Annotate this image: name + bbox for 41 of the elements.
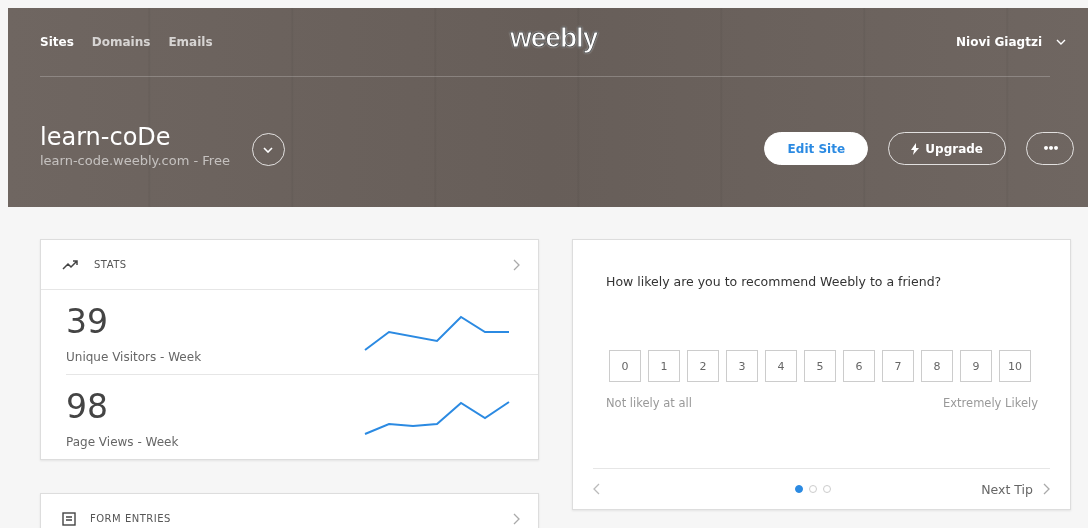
list-icon	[62, 511, 76, 526]
stat-label: Page Views - Week	[66, 435, 180, 449]
edit-site-button[interactable]: Edit Site	[764, 132, 869, 165]
rating-option[interactable]: 3	[726, 350, 758, 382]
nav-link[interactable]: Emails	[168, 35, 213, 49]
card-title: FORM ENTRIES	[90, 513, 171, 524]
stat-value: 98	[66, 387, 109, 427]
stat-value: 39	[66, 302, 109, 342]
chevron-right-icon	[1043, 483, 1050, 495]
chevron-down-icon	[263, 146, 274, 153]
scale-high-label: Extremely Likely	[943, 396, 1038, 410]
rating-option[interactable]: 0	[609, 350, 641, 382]
site-url: learn-code.weebly.com - Free	[40, 153, 230, 168]
user-name[interactable]: Niovi Giagtzi	[956, 35, 1042, 49]
rating-option[interactable]: 7	[882, 350, 914, 382]
chevron-right-icon[interactable]	[513, 258, 520, 271]
rating-option[interactable]: 1	[648, 350, 680, 382]
next-tip-link[interactable]: Next Tip	[981, 481, 1050, 497]
rating-option[interactable]: 8	[921, 350, 953, 382]
card-title: STATS	[94, 259, 127, 270]
chevron-left-icon[interactable]	[593, 483, 600, 495]
chevron-right-icon[interactable]	[513, 512, 520, 525]
scale-low-label: Not likely at all	[606, 396, 692, 410]
page-dot[interactable]	[809, 485, 817, 493]
chevron-down-icon[interactable]	[1056, 39, 1066, 45]
rating-option[interactable]: 9	[960, 350, 992, 382]
rating-option[interactable]: 6	[843, 350, 875, 382]
rating-option[interactable]: 5	[804, 350, 836, 382]
nav-link[interactable]: Domains	[91, 35, 151, 49]
site-title: learn-coDe	[40, 123, 172, 151]
stat-label: Unique Visitors - Week	[66, 350, 203, 364]
rating-option[interactable]: 4	[765, 350, 797, 382]
logo[interactable]: weebly	[510, 22, 598, 54]
lightning-icon	[911, 142, 920, 155]
page-dot[interactable]	[823, 485, 831, 493]
rating-option[interactable]: 10	[999, 350, 1031, 382]
rating-option[interactable]: 2	[687, 350, 719, 382]
page-dot[interactable]	[795, 485, 803, 493]
trend-icon	[62, 259, 80, 270]
nav-link[interactable]: Sites	[40, 35, 74, 49]
survey-question: How likely are you to recommend Weebly to a friend?	[606, 274, 943, 289]
